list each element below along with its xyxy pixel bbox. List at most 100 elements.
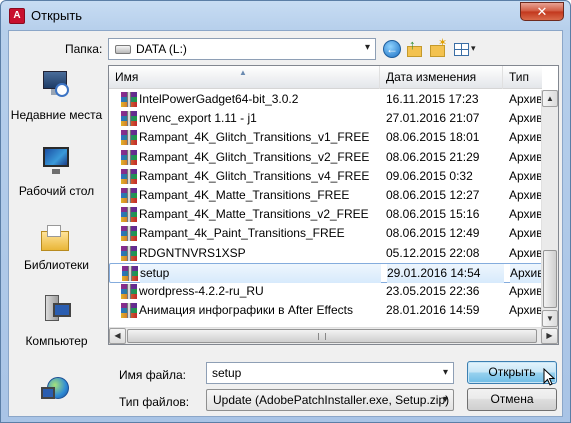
file-type: Архив (509, 207, 542, 222)
archive-icon (121, 303, 137, 319)
look-in-combobox[interactable]: DATA (L:) ▾ (108, 38, 376, 60)
close-button[interactable]: ✕ (520, 2, 564, 21)
table-row[interactable]: Анимация инфографики в After Effects 28.0… (109, 301, 542, 320)
vertical-scrollbar[interactable]: ▲ ▼ (541, 90, 558, 327)
table-row[interactable]: Rampant_4K_Matte_Transitions_FREE 08.06.2… (109, 186, 542, 205)
table-row[interactable]: IntelPowerGadget64-bit_3.0.2 16.11.2015 1… (109, 90, 542, 109)
place-label: Рабочий стол (18, 184, 95, 198)
table-row[interactable]: RDGNTNVRS1XSP 05.12.2015 22:08 Архив (109, 244, 542, 263)
file-date: 08.06.2015 21:29 (386, 149, 480, 164)
table-row[interactable]: Rampant_4K_Glitch_Transitions_v4_FREE 09.… (109, 167, 542, 186)
column-header-type[interactable]: Тип (503, 66, 558, 89)
file-date: 29.01.2016 14:54 (387, 263, 504, 283)
file-name: setup (140, 263, 381, 283)
scroll-up-icon[interactable]: ▲ (542, 90, 558, 107)
file-type: Архив (509, 245, 542, 260)
file-date: 08.06.2015 18:01 (386, 130, 480, 145)
file-type: Архив (509, 284, 542, 298)
scroll-down-icon[interactable]: ▼ (542, 310, 558, 327)
adobe-app-icon: A (9, 8, 25, 24)
table-row[interactable]: Rampant_4K_Glitch_Transitions_v2_FREE 08.… (109, 148, 542, 167)
scroll-right-icon[interactable]: ▶ (541, 328, 558, 344)
archive-icon (121, 92, 137, 107)
look-in-value: DATA (L:) (136, 42, 187, 56)
file-type: Архив (509, 111, 542, 126)
filetype-select[interactable]: Update (AdobePatchInstaller.exe, Setup.z… (206, 389, 454, 411)
table-row[interactable]: wordpress-4.2.2-ru_RU 23.05.2015 22:36 Арх… (109, 282, 542, 301)
file-type: Архив (509, 130, 542, 145)
file-name: IntelPowerGadget64-bit_3.0.2 (139, 92, 299, 106)
file-type: Архив (509, 188, 542, 202)
places-bar: Недавние места Рабочий стол Библиотеки К… (9, 65, 104, 417)
title-bar: A Открыть ✕ (1, 1, 570, 29)
place-label: Недавние места (10, 108, 103, 122)
computer-icon (41, 295, 71, 325)
view-menu-icon[interactable]: ▾ (454, 40, 480, 58)
place-libraries[interactable]: Библиотеки (9, 217, 104, 293)
filetype-value: Update (AdobePatchInstaller.exe, Setup.z… (213, 393, 450, 407)
up-one-level-icon[interactable]: ↑ (406, 37, 424, 58)
grid-icon (454, 43, 469, 56)
chevron-down-icon[interactable]: ▾ (365, 42, 370, 53)
archive-icon (121, 149, 137, 165)
new-folder-icon[interactable]: ✶ (429, 37, 447, 58)
archive-icon (121, 168, 137, 184)
window-title: Открыть (31, 8, 83, 23)
archive-icon (122, 265, 138, 281)
place-recent[interactable]: Недавние места (9, 65, 104, 141)
file-type: Архив (509, 92, 542, 106)
horizontal-scroll-thumb[interactable] (127, 329, 537, 343)
place-label: Компьютер (25, 334, 88, 348)
dialog-client-area: Папка: DATA (L:) ▾ ← ↑ ✶ ▾ Недавние мест… (8, 30, 563, 417)
file-list[interactable]: Имя ▲ Дата изменения Тип IntelPowerGadge… (108, 65, 559, 345)
scroll-thumb[interactable] (543, 250, 557, 308)
table-row[interactable]: setup 29.01.2016 14:54 Архив (109, 262, 543, 283)
file-date: 16.11.2015 17:23 (386, 92, 479, 106)
archive-icon (121, 111, 137, 127)
file-type: Архив (509, 149, 542, 164)
archive-icon (121, 188, 137, 203)
horizontal-scrollbar[interactable]: ◀ ▶ (109, 327, 558, 344)
table-row[interactable]: Rampant_4K_Matte_Transitions_v2_FREE 08.0… (109, 205, 542, 224)
column-header-name[interactable]: Имя ▲ (109, 66, 380, 89)
table-row[interactable]: nvenc_export 1.11 - j1 27.01.2016 21:07 Ар… (109, 109, 542, 128)
place-network[interactable] (9, 369, 104, 417)
file-date: 27.01.2016 21:07 (386, 111, 480, 126)
file-name: nvenc_export 1.11 - j1 (139, 111, 257, 126)
column-header-date[interactable]: Дата изменения (380, 66, 503, 89)
back-icon[interactable]: ← (383, 40, 401, 58)
file-name: Анимация инфографики в After Effects (139, 303, 353, 318)
file-date: 23.05.2015 22:36 (386, 284, 480, 298)
filename-input[interactable]: setup ▾ (206, 362, 454, 384)
filename-label: Имя файла: (119, 368, 186, 382)
desktop-icon (41, 147, 71, 177)
file-date: 08.06.2015 12:49 (386, 226, 480, 241)
file-name: Rampant_4k_Paint_Transitions_FREE (139, 226, 345, 241)
filename-value: setup (212, 366, 242, 380)
sparkle-glyph: ✶ (438, 37, 448, 49)
mouse-cursor-icon (543, 368, 556, 386)
scroll-left-icon[interactable]: ◀ (109, 328, 126, 344)
file-name: Rampant_4K_Glitch_Transitions_v1_FREE (139, 130, 370, 145)
table-row[interactable]: Rampant_4k_Paint_Transitions_FREE 08.06.2… (109, 224, 542, 243)
file-type: Архив (510, 263, 543, 283)
table-row[interactable]: Rampant_4K_Glitch_Transitions_v1_FREE 08.… (109, 128, 542, 147)
place-desktop[interactable]: Рабочий стол (9, 141, 104, 217)
filetype-label: Тип файлов: (119, 395, 190, 409)
file-type: Архив (509, 226, 542, 241)
file-type: Архив (509, 168, 542, 183)
archive-icon (121, 130, 137, 146)
file-name: wordpress-4.2.2-ru_RU (139, 284, 264, 298)
drive-icon (115, 45, 131, 54)
libraries-icon (41, 223, 71, 253)
file-name: Rampant_4K_Matte_Transitions_FREE (139, 188, 350, 202)
sort-ascending-icon: ▲ (239, 68, 247, 77)
scroll-grip (318, 333, 326, 340)
network-icon (41, 373, 71, 403)
file-name: RDGNTNVRS1XSP (139, 245, 246, 260)
place-label: Библиотеки (23, 258, 89, 272)
chevron-down-icon[interactable]: ▾ (443, 363, 448, 383)
place-computer[interactable]: Компьютер (9, 293, 104, 369)
cancel-button[interactable]: Отмена (467, 388, 557, 411)
archive-icon (121, 245, 137, 261)
